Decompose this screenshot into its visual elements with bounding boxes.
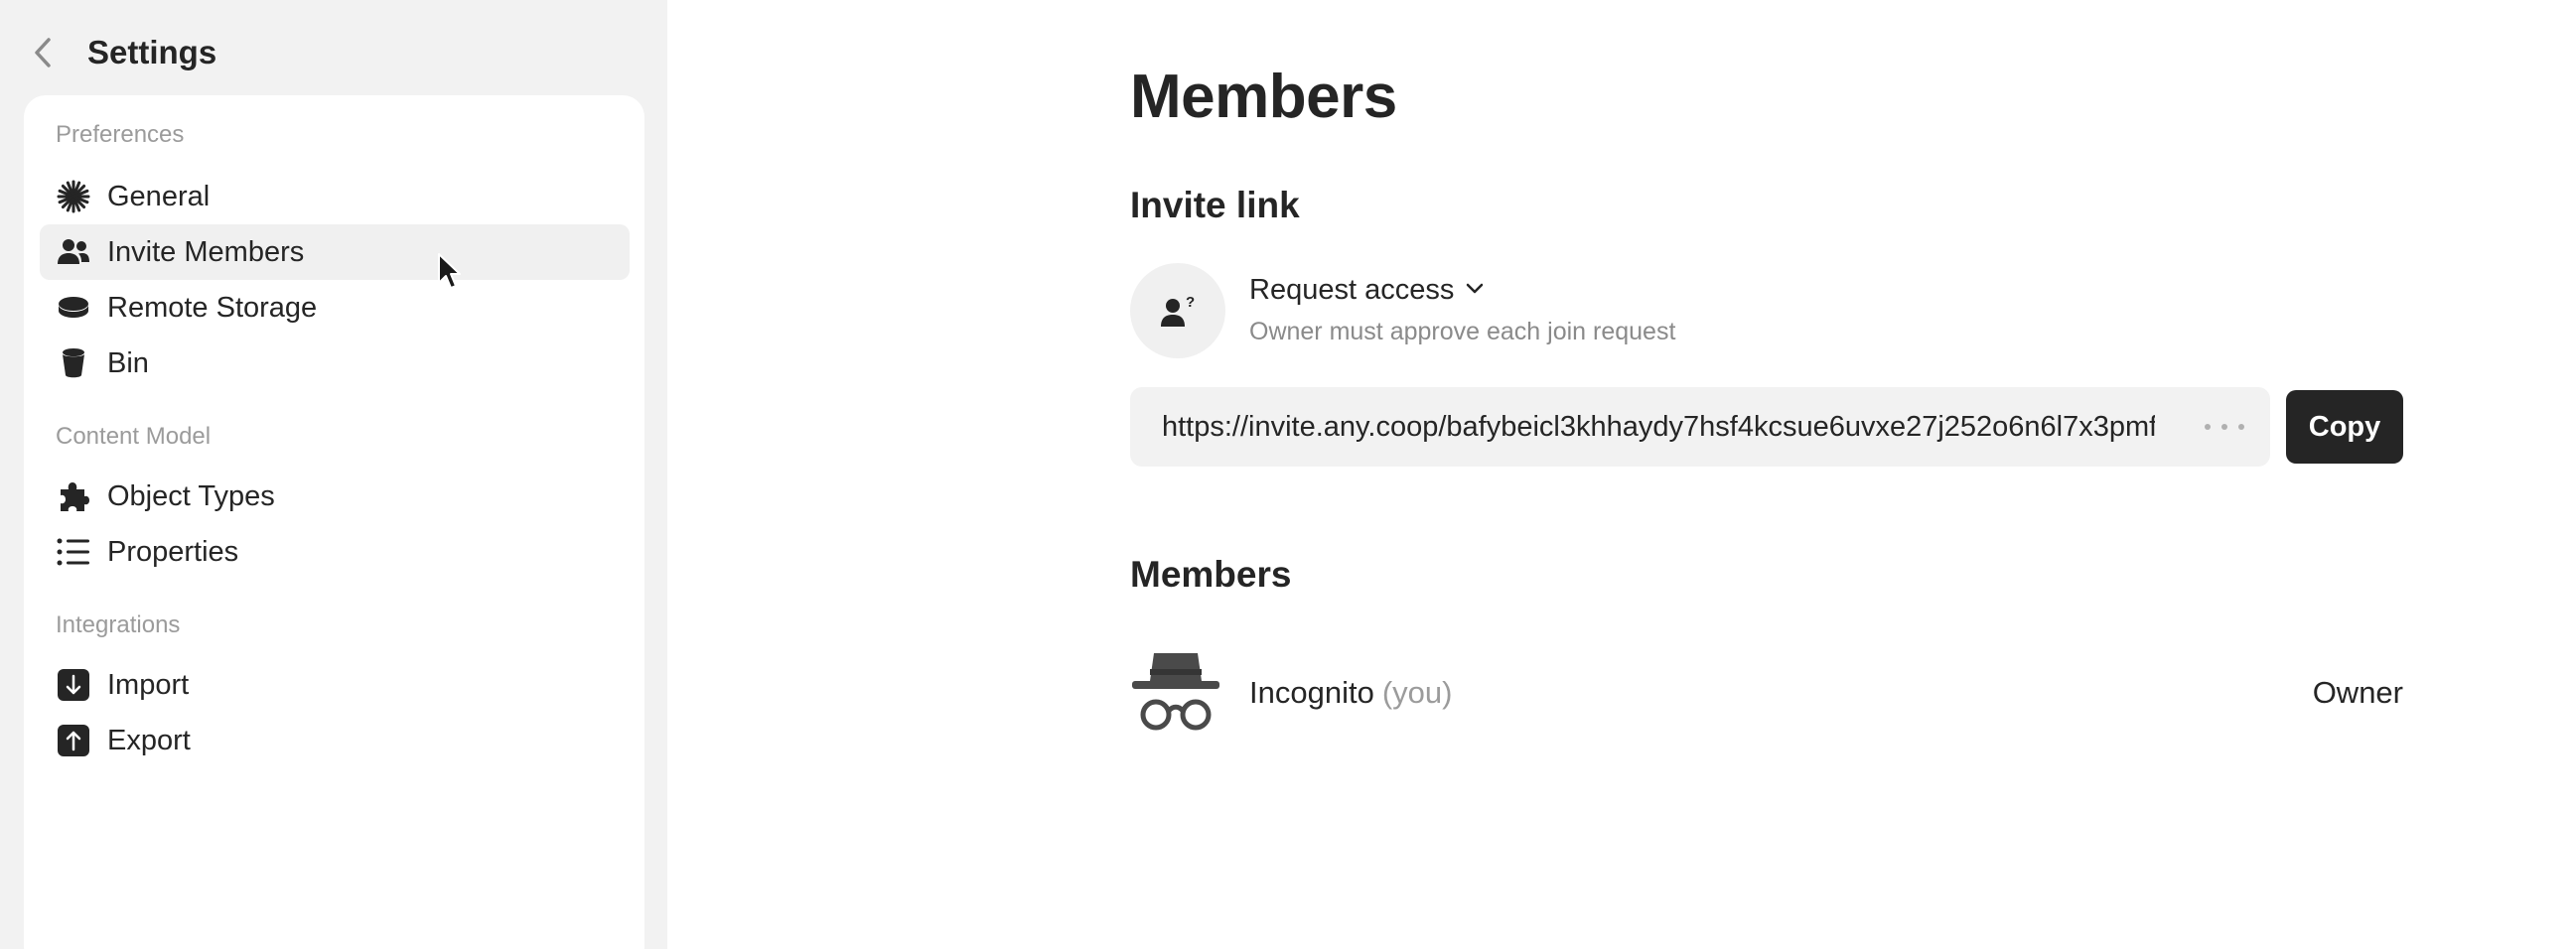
sidebar-item-import[interactable]: Import bbox=[40, 657, 630, 713]
sidebar-item-bin[interactable]: Bin bbox=[40, 336, 630, 391]
sidebar-item-label: Remote Storage bbox=[107, 291, 318, 324]
sidebar-item-label: Object Types bbox=[107, 479, 275, 512]
storage-icon bbox=[56, 290, 91, 326]
sidebar-item-properties[interactable]: Properties bbox=[40, 524, 630, 580]
access-icon: ? bbox=[1130, 263, 1225, 358]
sidebar-item-general[interactable]: General bbox=[40, 169, 630, 224]
svg-text:?: ? bbox=[1186, 294, 1195, 311]
member-you-label: (you) bbox=[1381, 675, 1453, 710]
section-label-integrations: Integrations bbox=[56, 611, 181, 638]
sidebar-item-label: Export bbox=[107, 724, 191, 756]
more-icon[interactable] bbox=[2205, 413, 2244, 441]
settings-sidebar: Settings Preferences General Invite Memb… bbox=[0, 0, 667, 949]
member-name: Incognito (you) bbox=[1249, 675, 1452, 711]
list-icon bbox=[56, 534, 91, 570]
chevron-down-icon bbox=[1466, 282, 1484, 300]
section-label-preferences: Preferences bbox=[56, 121, 185, 148]
sidebar-header: Settings bbox=[28, 28, 216, 77]
sidebar-card: Preferences General Invite Members Remot… bbox=[24, 95, 644, 949]
sidebar-item-label: Bin bbox=[107, 346, 149, 379]
section-label-content-model: Content Model bbox=[56, 423, 212, 450]
users-icon bbox=[56, 234, 91, 270]
user-question-icon: ? bbox=[1161, 294, 1195, 327]
sidebar-item-invite-members[interactable]: Invite Members bbox=[40, 224, 630, 280]
sidebar-title: Settings bbox=[87, 34, 217, 70]
member-role: Owner bbox=[2312, 675, 2403, 710]
invite-link-title: Invite link bbox=[1130, 185, 1300, 225]
invite-link-field[interactable]: https://invite.any.coop/bafybeicl3khhayd… bbox=[1130, 387, 2270, 467]
sidebar-item-label: Properties bbox=[107, 535, 239, 568]
sidebar-item-label: Import bbox=[107, 668, 190, 701]
incognito-avatar-icon bbox=[1130, 645, 1221, 737]
sidebar-item-export[interactable]: Export bbox=[40, 713, 630, 768]
asterisk-icon bbox=[56, 179, 91, 214]
access-label: Request access bbox=[1249, 274, 1455, 306]
export-icon bbox=[56, 723, 91, 758]
bin-icon bbox=[56, 345, 91, 381]
sidebar-item-object-types[interactable]: Object Types bbox=[40, 469, 630, 524]
access-dropdown[interactable]: Request access bbox=[1249, 274, 1484, 307]
copy-button[interactable]: Copy bbox=[2286, 390, 2403, 464]
import-icon bbox=[56, 667, 91, 703]
sidebar-item-remote-storage[interactable]: Remote Storage bbox=[40, 280, 630, 336]
members-title: Members bbox=[1130, 554, 1292, 595]
invite-link-text[interactable]: https://invite.any.coop/bafybeicl3khhayd… bbox=[1162, 411, 2155, 444]
puzzle-icon bbox=[56, 478, 91, 514]
page-title: Members bbox=[1130, 63, 1397, 131]
access-description: Owner must approve each join request bbox=[1249, 318, 1676, 345]
sidebar-item-label: Invite Members bbox=[107, 235, 305, 268]
back-button[interactable] bbox=[28, 31, 58, 74]
chevron-left-icon bbox=[35, 38, 51, 68]
sidebar-item-label: General bbox=[107, 180, 211, 212]
mouse-cursor-icon bbox=[437, 252, 463, 297]
member-name-text: Incognito bbox=[1249, 675, 1374, 710]
